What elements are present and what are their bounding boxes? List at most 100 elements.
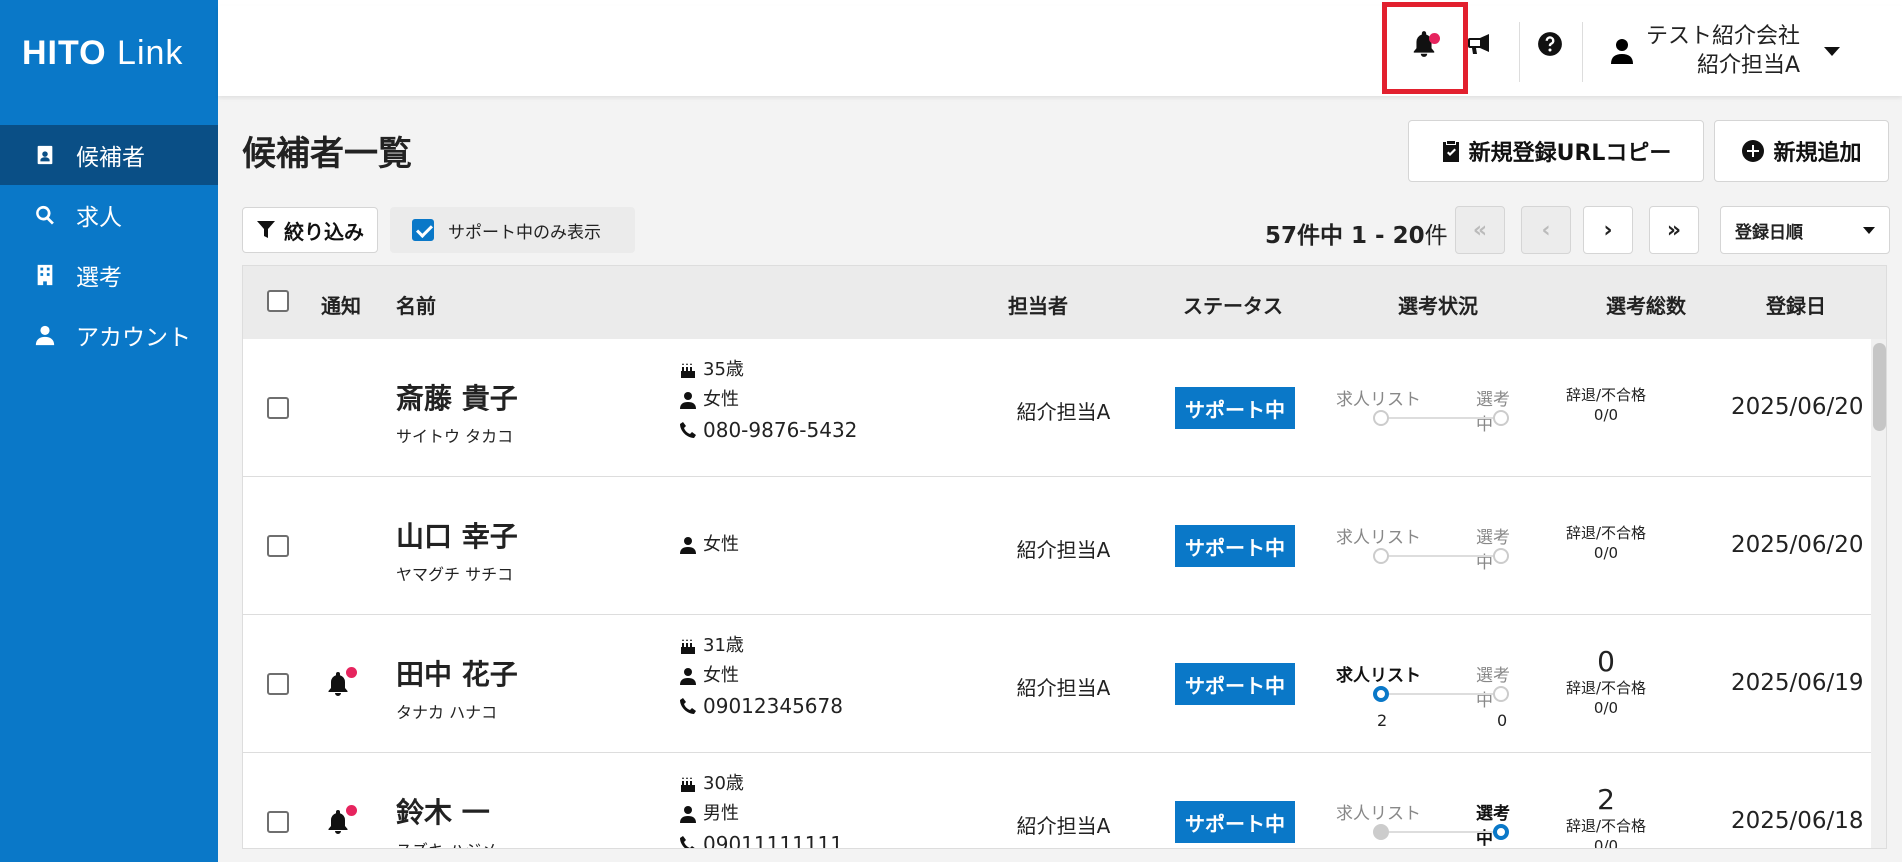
button-label: 新規追加: [1773, 141, 1862, 166]
progress-step-active: [1493, 824, 1509, 840]
progress-label-selecting: 選考中: [1476, 390, 1510, 435]
header-notify: 通知: [321, 294, 361, 318]
staff-name: 紹介担当A: [1016, 676, 1111, 700]
birthday-cake-icon: [681, 777, 695, 792]
candidate-age: 30歳: [703, 773, 744, 794]
total-number: 2: [1597, 783, 1615, 816]
progress-indicator: 求人リスト 選考中: [1336, 385, 1516, 475]
progress-step: [1373, 410, 1389, 426]
filter-button[interactable]: 絞り込み: [242, 207, 378, 253]
user-icon: [680, 392, 696, 409]
user-icon: [680, 806, 696, 823]
sort-select[interactable]: 登録日順: [1720, 206, 1890, 254]
question-circle-icon: [1538, 32, 1562, 56]
candidate-info: 30歳 男性 09011111111: [679, 769, 843, 849]
scrollbar-thumb[interactable]: [1873, 343, 1886, 431]
app-logo[interactable]: HITO Link: [22, 34, 183, 73]
last-page-button[interactable]: »: [1649, 206, 1699, 254]
megaphone-icon: [1468, 34, 1489, 54]
sidebar-item-label: 求人: [76, 205, 122, 231]
candidate-name[interactable]: 田中 花子: [396, 653, 518, 693]
progress-step: [1493, 686, 1509, 702]
table-row[interactable]: 斎藤 貴子 サイトウ タカコ 35歳 女性 080-9876-5432 紹介担当…: [243, 339, 1871, 477]
sidebar-item-label: 候補者: [76, 145, 145, 171]
sidebar-item-selection[interactable]: 選考: [0, 245, 218, 305]
status-badge: サポート中: [1175, 387, 1295, 429]
highlight-box: [1382, 2, 1468, 94]
header-staff: 担当者: [1008, 294, 1068, 318]
birthday-cake-icon: [681, 363, 695, 378]
registration-date: 2025/06/18: [1731, 808, 1864, 834]
table-row[interactable]: 田中 花子 タナカ ハナコ 31歳 女性 09012345678 紹介担当A サ…: [243, 615, 1871, 753]
candidate-age: 35歳: [703, 359, 744, 380]
add-new-button[interactable]: 新規追加: [1714, 120, 1889, 182]
table-row[interactable]: 山口 幸子 ヤマグチ サチコ 女性 紹介担当A サポート中 求人リスト 選考中 …: [243, 477, 1871, 615]
progress-line: [1381, 831, 1501, 833]
selection-total: 辞退/不合格 0/0: [1546, 385, 1666, 425]
table-scrollbar[interactable]: [1871, 339, 1886, 848]
page-title: 候補者一覧: [242, 134, 412, 174]
notification-dot: [346, 805, 357, 816]
progress-label-joblist: 求人リスト: [1336, 390, 1421, 410]
filter-icon: [257, 221, 275, 238]
building-icon: [37, 264, 53, 286]
select-all-checkbox[interactable]: [267, 290, 289, 312]
progress-count-selecting: 0: [1497, 711, 1508, 730]
support-only-checkbox[interactable]: [412, 219, 434, 241]
company-name: テスト紹介会社: [1646, 24, 1801, 49]
row-checkbox[interactable]: [267, 811, 289, 833]
row-checkbox[interactable]: [267, 535, 289, 557]
selection-total: 2 辞退/不合格 0/0: [1546, 783, 1666, 849]
total-label: 辞退/不合格: [1565, 817, 1647, 835]
candidate-name[interactable]: 斎藤 貴子: [396, 377, 518, 417]
sidebar-item-account[interactable]: アカウント: [0, 305, 218, 365]
announcement-button[interactable]: [1462, 26, 1498, 62]
user-icon: [35, 325, 55, 346]
total-label: 辞退/不合格: [1565, 524, 1647, 542]
registration-date: 2025/06/19: [1731, 670, 1864, 696]
candidate-name[interactable]: 山口 幸子: [396, 515, 518, 555]
table-row[interactable]: 鈴木 一 スズキ ハジメ 30歳 男性 09011111111 紹介担当A サポ…: [243, 753, 1871, 849]
candidate-age: 31歳: [703, 635, 744, 656]
help-button[interactable]: [1532, 26, 1568, 62]
plus-circle-icon: [1742, 140, 1765, 162]
support-only-toggle[interactable]: サポート中のみ表示: [390, 207, 635, 253]
candidate-kana: サイトウ タカコ: [396, 427, 514, 446]
row-checkbox[interactable]: [267, 397, 289, 419]
chevron-down-icon: [1863, 227, 1875, 234]
total-sub: 0/0: [1593, 406, 1619, 424]
candidate-phone: 09012345678: [703, 694, 843, 718]
candidate-info: 31歳 女性 09012345678: [679, 631, 843, 721]
first-page-button[interactable]: «: [1455, 206, 1505, 254]
candidate-name[interactable]: 鈴木 一: [396, 791, 490, 831]
status-badge: サポート中: [1175, 801, 1295, 843]
progress-indicator: 求人リスト 選考中 0 2: [1336, 799, 1516, 848]
header-date: 登録日: [1766, 294, 1826, 318]
chevron-down-icon: [1824, 46, 1841, 56]
progress-indicator: 求人リスト 選考中 2 0: [1336, 661, 1516, 751]
user-icon: [1611, 39, 1633, 64]
progress-line: [1381, 693, 1501, 695]
copy-registration-url-button[interactable]: 新規登録URLコピー: [1408, 120, 1704, 182]
button-label: 新規登録URLコピー: [1468, 141, 1672, 166]
progress-step: [1493, 410, 1509, 426]
total-sub: 0/0: [1593, 837, 1619, 849]
sidebar-item-candidates[interactable]: 候補者: [0, 125, 218, 185]
prev-page-button[interactable]: ‹: [1521, 206, 1571, 254]
candidate-gender: 男性: [703, 803, 739, 824]
progress-label-joblist: 求人リスト: [1336, 528, 1421, 548]
sidebar-item-label: アカウント: [76, 325, 191, 351]
progress-label-joblist: 求人リスト: [1336, 666, 1421, 686]
header-total: 選考総数: [1606, 294, 1686, 318]
sidebar-item-jobs[interactable]: 求人: [0, 185, 218, 245]
total-label: 辞退/不合格: [1565, 386, 1647, 404]
user-menu[interactable]: テスト紹介会社 紹介担当A: [1610, 22, 1841, 80]
row-checkbox[interactable]: [267, 673, 289, 695]
phone-icon: [680, 698, 696, 714]
candidate-gender: 女性: [703, 534, 739, 555]
progress-step: [1373, 824, 1389, 840]
candidate-kana: ヤマグチ サチコ: [396, 565, 514, 584]
phone-icon: [680, 422, 696, 438]
candidate-phone: 09011111111: [703, 832, 843, 849]
next-page-button[interactable]: ›: [1583, 206, 1633, 254]
